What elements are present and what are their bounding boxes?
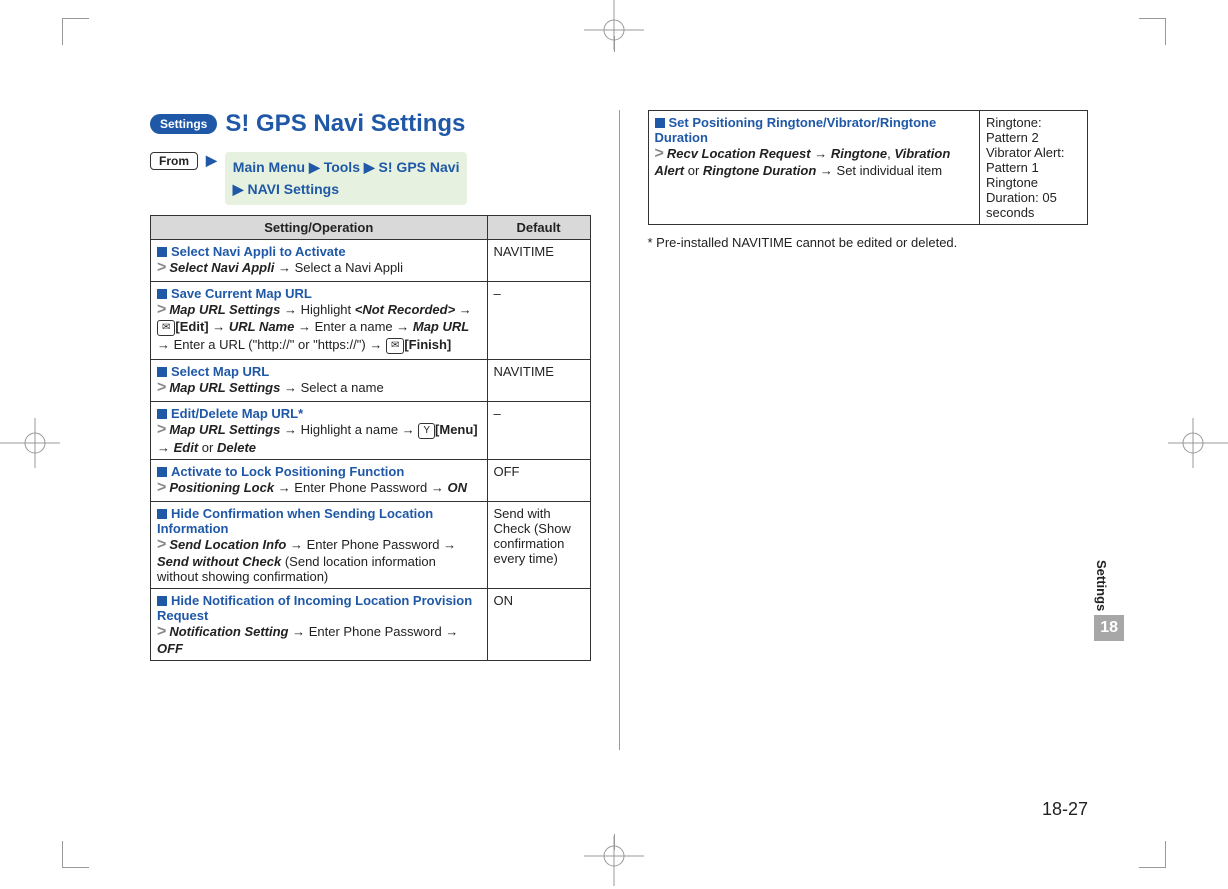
registration-mark (0, 418, 60, 468)
default-value: – (487, 401, 590, 459)
settings-badge: Settings (150, 114, 217, 134)
table-row: Hide Confirmation when Sending Location … (151, 501, 591, 588)
default-value: ON (487, 588, 590, 660)
default-value: Ringtone: Pattern 2 Vibrator Alert: Patt… (980, 111, 1088, 225)
settings-table: Setting/Operation Default Select Navi Ap… (150, 215, 591, 661)
footnote: * Pre-installed NAVITIME cannot be edite… (648, 235, 1089, 250)
breadcrumb-path: Main Menu ▶ Tools ▶ S! GPS Navi ▶ NAVI S… (225, 152, 468, 205)
table-row: Hide Notification of Incoming Location P… (151, 588, 591, 660)
chevron-right-icon: ▶ (206, 152, 217, 169)
setting-title: Select Map URL (157, 364, 481, 379)
side-label: Settings (1094, 560, 1109, 611)
setting-body: >Positioning Lock → Enter Phone Password… (157, 479, 481, 497)
table-header-row: Setting/Operation Default (151, 215, 591, 239)
breadcrumb: From ▶ Main Menu ▶ Tools ▶ S! GPS Navi ▶… (150, 152, 591, 205)
chapter-number: 18 (1094, 615, 1124, 641)
setting-body: >Map URL Settings → Highlight <Not Recor… (157, 301, 481, 355)
col-default: Default (487, 215, 590, 239)
default-value: Send with Check (Show confirmation every… (487, 501, 590, 588)
table-row: Select Navi Appli to Activate>Select Nav… (151, 239, 591, 281)
table-row: Edit/Delete Map URL*>Map URL Settings → … (151, 401, 591, 459)
side-tab: Settings 18 (1094, 560, 1124, 641)
setting-body: >Select Navi Appli → Select a Navi Appli (157, 259, 481, 277)
right-column: Set Positioning Ringtone/Vibrator/Ringto… (648, 110, 1089, 826)
default-value: NAVITIME (487, 239, 590, 281)
setting-title: Edit/Delete Map URL* (157, 406, 481, 421)
crop-mark (1139, 841, 1166, 868)
crop-mark (1139, 18, 1166, 45)
crop-mark (62, 18, 89, 45)
crop-mark (62, 841, 89, 868)
default-value: – (487, 281, 590, 359)
default-value: OFF (487, 459, 590, 501)
setting-body: >Map URL Settings → Select a name (157, 379, 481, 397)
table-row: Activate to Lock Positioning Function>Po… (151, 459, 591, 501)
from-label: From (150, 152, 198, 170)
settings-table-right: Set Positioning Ringtone/Vibrator/Ringto… (648, 110, 1089, 225)
page-content: Settings S! GPS Navi Settings From ▶ Mai… (150, 110, 1088, 826)
title-text: S! GPS Navi Settings (225, 110, 465, 138)
registration-mark (584, 836, 644, 886)
setting-body: >Send Location Info → Enter Phone Passwo… (157, 536, 481, 584)
default-value: NAVITIME (487, 359, 590, 401)
table-row: Select Map URL>Map URL Settings → Select… (151, 359, 591, 401)
setting-title: Save Current Map URL (157, 286, 481, 301)
table-row: Set Positioning Ringtone/Vibrator/Ringto… (648, 111, 1088, 225)
col-setting: Setting/Operation (151, 215, 488, 239)
page-title: Settings S! GPS Navi Settings (150, 110, 591, 138)
registration-mark (584, 0, 644, 50)
setting-body: >Notification Setting → Enter Phone Pass… (157, 623, 481, 656)
setting-title: Set Positioning Ringtone/Vibrator/Ringto… (655, 115, 974, 145)
setting-title: Hide Confirmation when Sending Location … (157, 506, 481, 536)
setting-title: Hide Notification of Incoming Location P… (157, 593, 481, 623)
setting-title: Activate to Lock Positioning Function (157, 464, 481, 479)
page-number: 18-27 (1042, 799, 1088, 820)
table-row: Save Current Map URL>Map URL Settings → … (151, 281, 591, 359)
registration-mark (1168, 418, 1228, 468)
setting-body: >Recv Location Request → Ringtone, Vibra… (655, 145, 974, 178)
setting-body: >Map URL Settings → Highlight a name → Y… (157, 421, 481, 455)
column-separator (619, 110, 620, 750)
setting-title: Select Navi Appli to Activate (157, 244, 481, 259)
left-column: Settings S! GPS Navi Settings From ▶ Mai… (150, 110, 591, 826)
